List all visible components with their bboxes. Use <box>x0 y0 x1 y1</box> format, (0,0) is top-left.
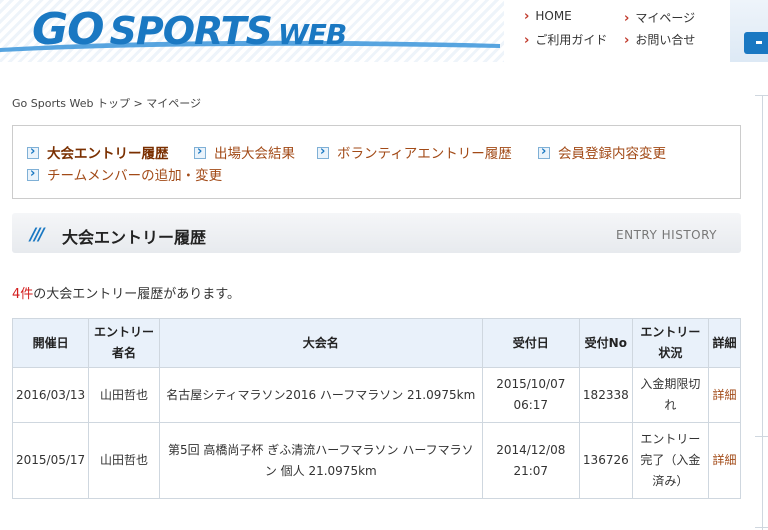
right-scroll-edge <box>755 95 768 530</box>
cell-no: 136726 <box>578 422 633 499</box>
arrow-right-icon <box>27 144 39 159</box>
col-header-status: エントリー状況 <box>631 318 710 368</box>
tab-member-settings[interactable]: 会員登録内容変更 <box>538 142 666 162</box>
table-row: 2015/05/17 山田哲也 第5回 高橋尚子杯 ぎふ清流ハーフマラソン ハー… <box>11 422 741 499</box>
nav-contact-link[interactable]: › お問い合せ <box>624 31 695 48</box>
table-row: 2016/03/13 山田哲也 名古屋シティマラソン2016 ハーフマラソン 2… <box>11 367 741 423</box>
section-header: /// 大会エントリー履歴 ENTRY HISTORY <box>12 213 741 253</box>
tab-entry-history[interactable]: 大会エントリー履歴 <box>27 142 169 162</box>
entry-count-text: の大会エントリー履歴があります。 <box>33 287 240 302</box>
site-logo[interactable]: GO SPORTS WEB <box>0 0 500 62</box>
section-title: 大会エントリー履歴 <box>62 228 207 247</box>
nav-guide-link[interactable]: › ご利用ガイド <box>524 31 607 48</box>
cell-event: 名古屋シティマラソン2016 ハーフマラソン 21.0975km <box>158 367 483 423</box>
cell-name: 山田哲也 <box>88 367 160 423</box>
arrow-right-icon <box>538 144 550 159</box>
nav-mypage-link[interactable]: › マイページ <box>624 9 695 26</box>
entry-count: 4件の大会エントリー履歴があります。 <box>12 283 240 302</box>
arrow-right-icon <box>27 166 39 181</box>
chevron-right-icon: › <box>624 11 630 26</box>
entry-history-table: 開催日 エントリー者名 大会名 受付日 受付No エントリー状況 詳細 2016… <box>11 318 741 499</box>
col-header-date: 開催日 <box>11 318 90 368</box>
chevron-right-icon: › <box>524 9 530 24</box>
col-header-received: 受付日 <box>481 318 580 368</box>
col-header-no: 受付No <box>578 318 633 368</box>
cell-no: 182338 <box>578 367 633 423</box>
table-header-row: 開催日 エントリー者名 大会名 受付日 受付No エントリー状況 詳細 <box>11 318 741 368</box>
section-slash-icon: /// <box>30 225 45 245</box>
arrow-right-icon <box>317 144 329 159</box>
col-header-event: 大会名 <box>158 318 483 368</box>
arrow-right-icon <box>194 144 206 159</box>
col-header-detail: 詳細 <box>708 318 741 368</box>
cell-received: 2015/10/07 06:17 <box>481 367 580 423</box>
tab-results[interactable]: 出場大会結果 <box>194 142 295 162</box>
cell-event: 第5回 高橋尚子杯 ぎふ清流ハーフマラソン ハーフマラソン 個人 21.0975… <box>158 422 483 499</box>
tab-team-members[interactable]: チームメンバーの追加・変更 <box>27 164 222 184</box>
detail-link[interactable]: 詳細 <box>708 422 741 499</box>
cell-status: 入金期限切れ <box>631 367 710 423</box>
detail-link[interactable]: 詳細 <box>708 367 741 423</box>
breadcrumb[interactable]: Go Sports Web トップ > マイページ <box>12 95 201 111</box>
logo-text: GO SPORTS WEB <box>32 4 347 55</box>
cell-date: 2016/03/13 <box>11 367 90 423</box>
site-header: GO SPORTS WEB › HOME › マイページ › ご利用ガイド › お問い合せ <box>0 0 768 62</box>
cell-status: エントリー完了（入金済み） <box>631 422 710 499</box>
entry-count-number: 4件 <box>12 287 34 302</box>
menu-button[interactable] <box>744 32 768 54</box>
cell-name: 山田哲也 <box>88 422 160 499</box>
chevron-right-icon: › <box>624 33 630 48</box>
header-nav: › HOME › マイページ › ご利用ガイド › お問い合せ <box>504 0 730 62</box>
section-subtitle: ENTRY HISTORY <box>616 228 717 242</box>
col-header-name: エントリー者名 <box>88 318 160 368</box>
cell-date: 2015/05/17 <box>11 422 90 499</box>
chevron-right-icon: › <box>524 33 530 48</box>
nav-home-link[interactable]: › HOME <box>524 9 572 24</box>
cell-received: 2014/12/08 21:07 <box>481 422 580 499</box>
tab-volunteer-history[interactable]: ボランティアエントリー履歴 <box>317 142 512 162</box>
mypage-menu: 大会エントリー履歴 出場大会結果 ボランティアエントリー履歴 会員登録内容変更 … <box>12 125 741 199</box>
